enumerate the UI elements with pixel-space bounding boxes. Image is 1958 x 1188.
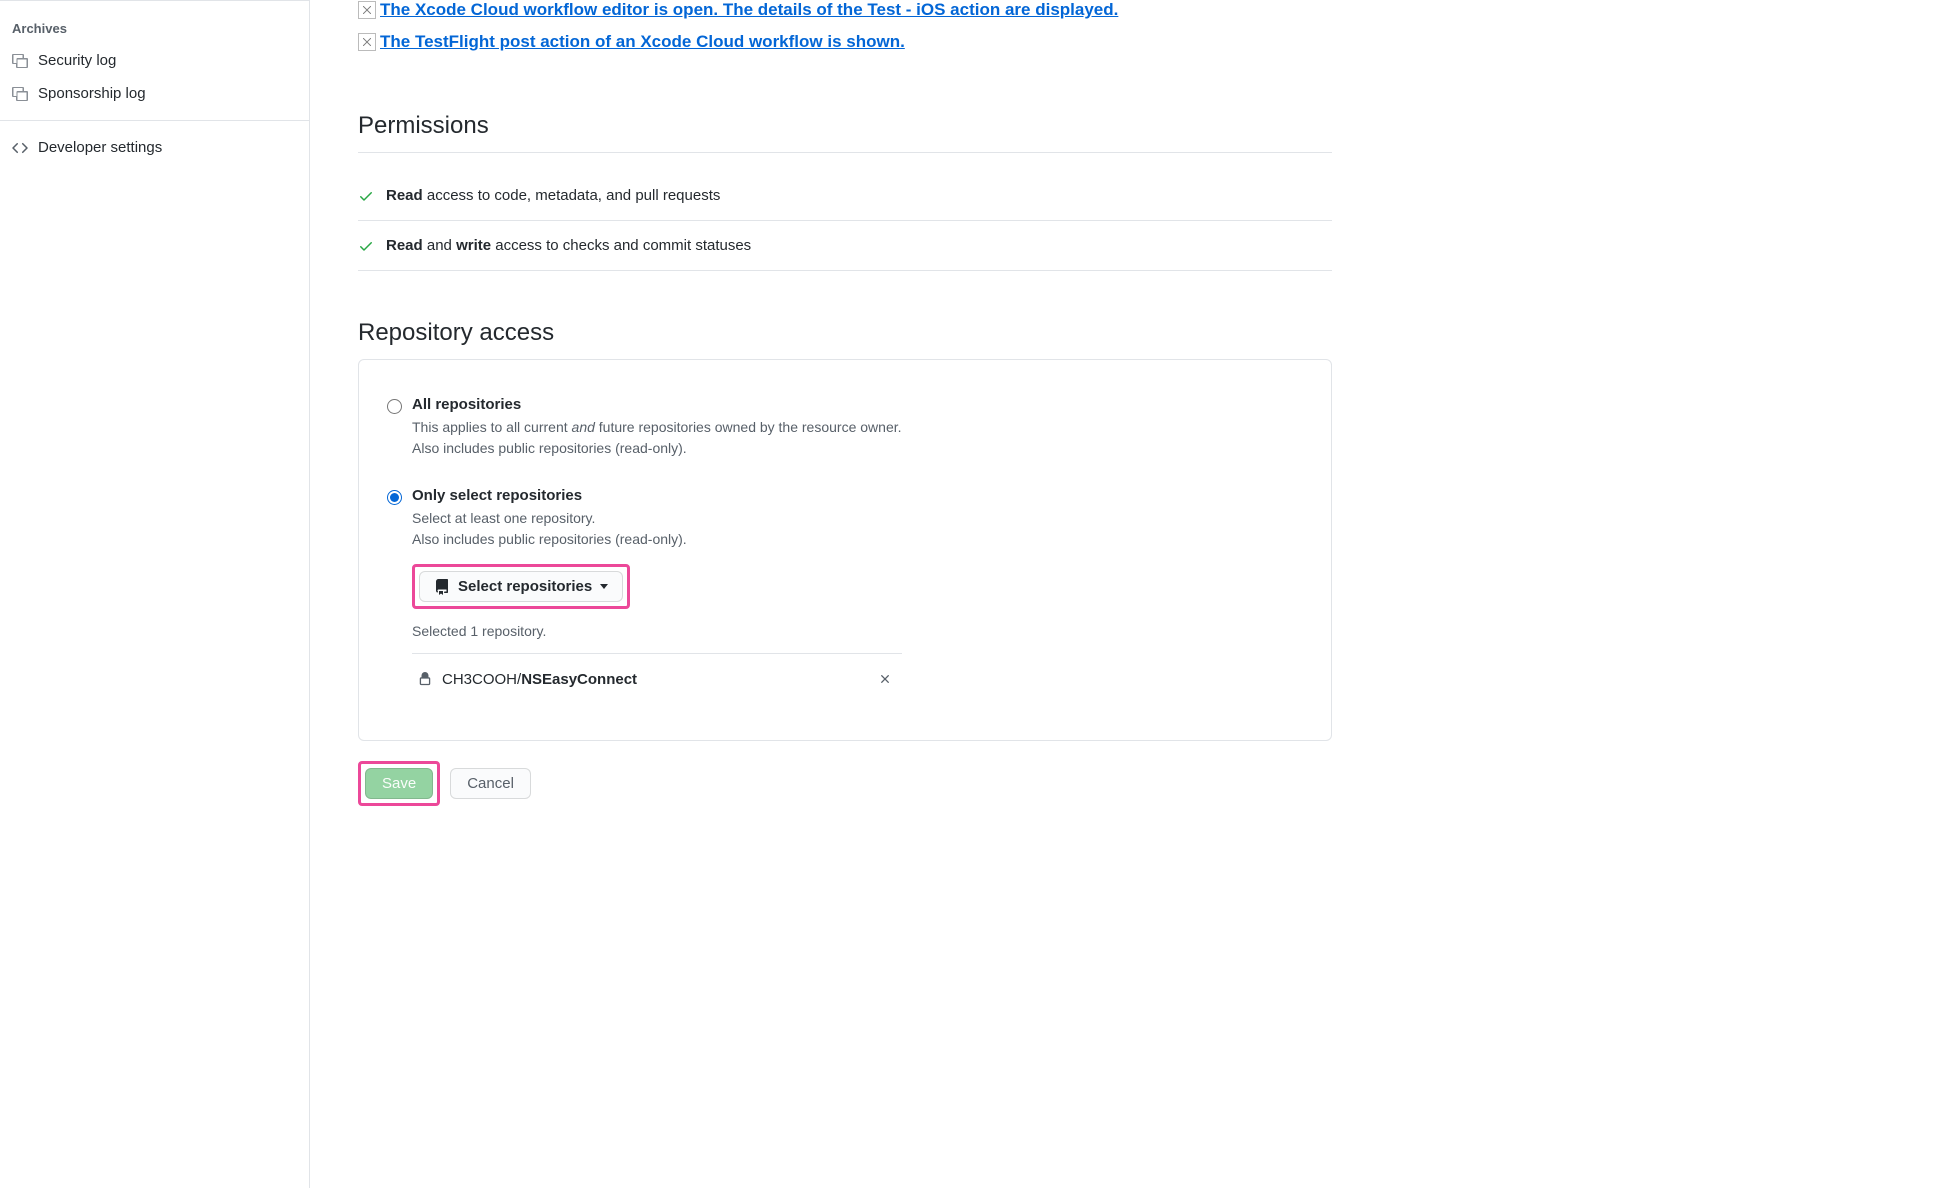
lock-icon — [418, 672, 432, 686]
highlight-select-repos: Select repositories — [412, 564, 630, 609]
cancel-button[interactable]: Cancel — [450, 768, 531, 799]
sidebar-item-label: Developer settings — [38, 139, 162, 156]
code-icon — [12, 140, 28, 156]
radio-desc-select: Select at least one repository. Also inc… — [412, 508, 1303, 550]
radio-option-all-repos: All repositories This applies to all cur… — [387, 396, 1303, 459]
sidebar: Archives Security log Sponsorship log De… — [0, 0, 310, 1188]
radio-all-repos[interactable] — [387, 399, 402, 414]
chevron-down-icon — [600, 584, 608, 589]
broken-image-icon — [358, 1, 376, 19]
top-link-row: The TestFlight post action of an Xcode C… — [358, 32, 1332, 52]
log-icon — [12, 86, 28, 102]
sidebar-item-label: Security log — [38, 52, 116, 69]
repo-access-heading: Repository access — [358, 319, 1332, 347]
sidebar-item-developer-settings[interactable]: Developer settings — [0, 131, 309, 164]
highlight-save: Save — [358, 761, 440, 806]
save-button[interactable]: Save — [365, 768, 433, 799]
radio-label-select[interactable]: Only select repositories — [412, 487, 582, 504]
selected-repo-path: CH3COOH/NSEasyConnect — [442, 671, 874, 688]
radio-label-all[interactable]: All repositories — [412, 396, 521, 413]
repo-icon — [434, 579, 450, 595]
broken-image-icon — [358, 33, 376, 51]
check-icon — [358, 188, 374, 204]
radio-select-repos[interactable] — [387, 490, 402, 505]
check-icon — [358, 238, 374, 254]
radio-desc-all: This applies to all current and future r… — [412, 417, 1303, 459]
selected-repo-row: CH3COOH/NSEasyConnect — [412, 653, 902, 704]
sidebar-item-sponsorship-log[interactable]: Sponsorship log — [0, 77, 309, 110]
selected-count-text: Selected 1 repository. — [412, 623, 1303, 639]
remove-repo-button[interactable] — [874, 668, 896, 690]
permissions-heading: Permissions — [358, 112, 1332, 140]
top-link-2[interactable]: The TestFlight post action of an Xcode C… — [380, 32, 905, 52]
permission-text: Read access to code, metadata, and pull … — [386, 187, 720, 204]
top-link-row: The Xcode Cloud workflow editor is open.… — [358, 0, 1332, 20]
selected-repo-list: CH3COOH/NSEasyConnect — [412, 653, 1303, 704]
permission-row-readwrite: Read and write access to checks and comm… — [358, 221, 1332, 271]
log-icon — [12, 53, 28, 69]
sidebar-divider — [0, 120, 309, 121]
permission-row-read: Read access to code, metadata, and pull … — [358, 171, 1332, 221]
main-content: The Xcode Cloud workflow editor is open.… — [310, 0, 1380, 1188]
sidebar-section-archives: Archives — [0, 21, 309, 44]
permission-text: Read and write access to checks and comm… — [386, 237, 751, 254]
top-link-1[interactable]: The Xcode Cloud workflow editor is open.… — [380, 0, 1118, 20]
repo-access-box: All repositories This applies to all cur… — [358, 359, 1332, 741]
radio-option-select-repos: Only select repositories Select at least… — [387, 487, 1303, 704]
sidebar-item-security-log[interactable]: Security log — [0, 44, 309, 77]
action-row: Save Cancel — [358, 761, 1332, 806]
sidebar-item-label: Sponsorship log — [38, 85, 146, 102]
select-repos-label: Select repositories — [458, 578, 592, 595]
select-repositories-button[interactable]: Select repositories — [419, 571, 623, 602]
